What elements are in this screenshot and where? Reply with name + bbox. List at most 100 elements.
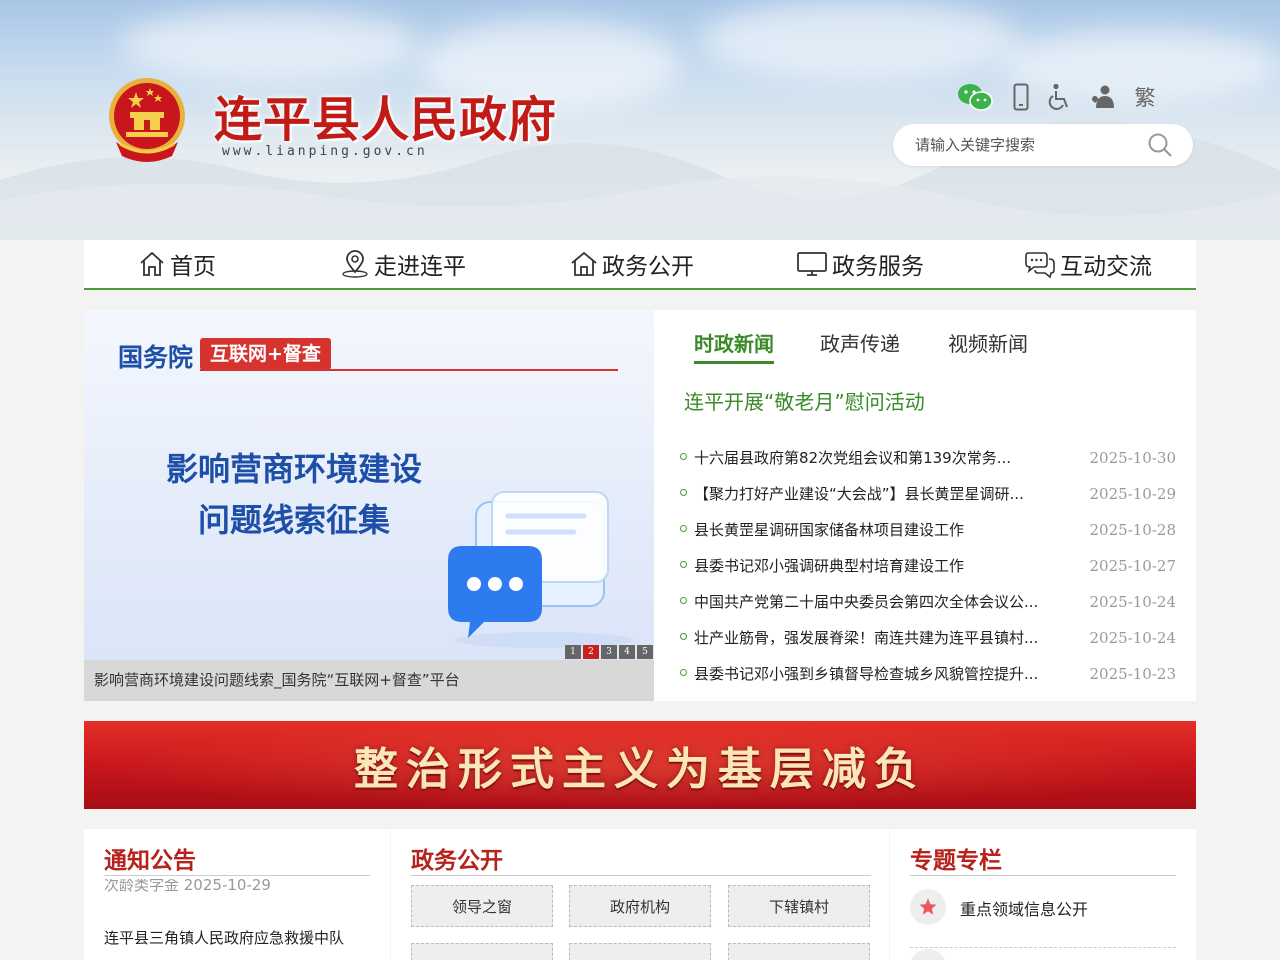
slide-brand-tag: 互联网+督查 bbox=[200, 338, 331, 370]
news-headline-link[interactable]: 连平开展“敬老月”慰问活动 bbox=[684, 386, 925, 415]
gov-agencies-button[interactable]: 政府机构 bbox=[569, 885, 711, 927]
slide-brand-name: 国务院 bbox=[118, 343, 194, 372]
nav-item-label: 互动交流 bbox=[1060, 254, 1152, 280]
news-item-date: 2025-10-29 bbox=[1089, 485, 1176, 503]
news-item-date: 2025-10-24 bbox=[1089, 629, 1176, 647]
news-item[interactable]: 中国共产党第二十届中央委员会第四次全体会议公... 2025-10-24 bbox=[678, 584, 1178, 620]
search-box bbox=[893, 124, 1193, 166]
location-pin-icon bbox=[342, 250, 368, 278]
topic-item-label: 重点领域信息公开 bbox=[960, 900, 1089, 919]
news-item-title: 县委书记邓小强到乡镇督导检查城乡风貌管控提升... bbox=[694, 665, 1039, 683]
slide-headline-line: 影响营商环境建设 bbox=[165, 450, 422, 488]
notice-item[interactable]: 连平县三角镇人民政府应急救援中队 bbox=[104, 927, 344, 948]
tab-video-news[interactable]: 视频新闻 bbox=[948, 328, 1028, 360]
topic-icon-circle bbox=[910, 889, 946, 925]
star-icon bbox=[919, 898, 937, 915]
main-nav: 首页 走进连平 政务公开 政务服务 互动交流 bbox=[84, 240, 1196, 290]
gov-open-button-row2[interactable] bbox=[728, 943, 870, 960]
chat-bubble-illustration bbox=[448, 491, 634, 648]
nav-item-label: 首页 bbox=[170, 254, 216, 280]
news-item-title: 县委书记邓小强调研典型村培育建设工作 bbox=[694, 557, 965, 575]
nav-item-about-lianping[interactable]: 走进连平 bbox=[340, 240, 466, 288]
slide-brand-line bbox=[200, 369, 618, 371]
tab-government-voice[interactable]: 政声传递 bbox=[820, 328, 900, 360]
cloud-decoration bbox=[120, 10, 420, 80]
cloud-decoration bbox=[700, 0, 1020, 80]
header-toolbar: 繁 bbox=[956, 82, 1166, 114]
search-input[interactable] bbox=[915, 134, 1145, 156]
nav-item-home[interactable]: 首页 bbox=[138, 240, 216, 288]
house-icon bbox=[571, 251, 597, 276]
mobile-icon bbox=[1013, 83, 1029, 111]
bullet-circle-icon bbox=[680, 633, 687, 640]
leaders-window-button[interactable]: 领导之窗 bbox=[411, 885, 553, 927]
news-item-date: 2025-10-23 bbox=[1089, 665, 1176, 683]
news-list: 十六届县政府第82次党组会议和第139次常务... 2025-10-30 【聚力… bbox=[678, 440, 1178, 692]
site-url: www.lianping.gov.cn bbox=[222, 144, 428, 159]
slider-dot-2[interactable]: 2 bbox=[583, 645, 599, 659]
nav-item-label: 政务服务 bbox=[832, 254, 924, 280]
news-item[interactable]: 【聚力打好产业建设“大会战”】县长黄罡星调研... 2025-10-29 bbox=[678, 476, 1178, 512]
image-slider[interactable]: 国务院 互联网+督查 影响营商环境建设 问题线索征集 1 2 3 4 5 影响营… bbox=[84, 310, 654, 701]
nav-item-gov-affairs-open[interactable]: 政务公开 bbox=[570, 240, 694, 288]
slider-dot-5[interactable]: 5 bbox=[637, 645, 653, 659]
topics-column: 专题专栏 重点领域信息公开 bbox=[890, 829, 1196, 960]
site-header: 连平县人民政府 www.lianping.gov.cn 繁 请输入关键字搜索 bbox=[0, 0, 1280, 240]
tab-current-affairs-news[interactable]: 时政新闻 bbox=[694, 328, 774, 364]
bullet-circle-icon bbox=[680, 597, 687, 604]
promo-banner[interactable]: 整治形式主义为基层减负 bbox=[84, 721, 1196, 809]
wheelchair-icon bbox=[1048, 83, 1068, 110]
gov-open-divider bbox=[411, 875, 871, 876]
wechat-icon bbox=[958, 84, 993, 111]
topic-item-key-areas[interactable]: 重点领域信息公开 bbox=[910, 889, 1176, 948]
slide-image[interactable]: 国务院 互联网+督查 影响营商环境建设 问题线索征集 bbox=[84, 310, 654, 660]
monitor-icon bbox=[797, 252, 827, 276]
nav-item-label: 政务公开 bbox=[602, 254, 694, 280]
news-item[interactable]: 十六届县政府第82次党组会议和第139次常务... 2025-10-30 bbox=[678, 440, 1178, 476]
news-item[interactable]: 县委书记邓小强到乡镇督导检查城乡风貌管控提升... 2025-10-23 bbox=[678, 656, 1178, 692]
news-item-date: 2025-10-27 bbox=[1089, 557, 1176, 575]
news-item-title: 壮产业筋骨，强发展脊梁！南连共建为连平县镇村... bbox=[694, 629, 1039, 647]
news-item-date: 2025-10-28 bbox=[1089, 521, 1176, 539]
news-item-date: 2025-10-30 bbox=[1089, 449, 1176, 467]
news-item-title: 县长黄罡星调研国家储备林项目建设工作 bbox=[694, 521, 965, 539]
wechat-button[interactable] bbox=[956, 82, 994, 112]
gov-open-button-row2[interactable] bbox=[411, 943, 553, 960]
elderly-mode-button[interactable] bbox=[1088, 82, 1118, 112]
site-title: 连平县人民政府 bbox=[214, 92, 558, 148]
slide-headline: 影响营商环境建设 问题线索征集 bbox=[144, 444, 444, 546]
slide-caption[interactable]: 影响营商环境建设问题线索_国务院“互联网+督查”平台 bbox=[84, 660, 654, 701]
slide-headline-line: 问题线索征集 bbox=[197, 501, 390, 539]
topic-item[interactable] bbox=[910, 949, 1176, 960]
national-emblem-icon bbox=[109, 78, 185, 162]
news-item[interactable]: 壮产业筋骨，强发展脊梁！南连共建为连平县镇村... 2025-10-24 bbox=[678, 620, 1178, 656]
slider-pagination: 1 2 3 4 5 bbox=[565, 645, 653, 660]
care-icon bbox=[1092, 85, 1114, 108]
mobile-button[interactable] bbox=[1008, 82, 1034, 112]
topics-title: 专题专栏 bbox=[910, 848, 1002, 874]
traditional-chinese-toggle[interactable]: 繁 bbox=[1132, 82, 1158, 112]
gov-open-column: 政务公开 领导之窗 政府机构 下辖镇村 bbox=[391, 829, 889, 960]
news-item[interactable]: 县委书记邓小强调研典型村培育建设工作 2025-10-27 bbox=[678, 548, 1178, 584]
news-item-title: 中国共产党第二十届中央委员会第四次全体会议公... bbox=[694, 593, 1039, 611]
nav-item-label: 走进连平 bbox=[374, 254, 466, 280]
notice-column: 通知公告 次龄类字金 2025-10-29 连平县三角镇人民政府应急救援中队 bbox=[84, 829, 390, 960]
slider-dot-1[interactable]: 1 bbox=[565, 645, 581, 659]
notice-item-partial[interactable]: 次龄类字金 2025-10-29 bbox=[104, 879, 271, 893]
slider-dot-4[interactable]: 4 bbox=[619, 645, 635, 659]
news-item-title: 【聚力打好产业建设“大会战”】县长黄罡星调研... bbox=[694, 485, 1024, 503]
bullet-circle-icon bbox=[680, 561, 687, 568]
topics-divider bbox=[910, 875, 1176, 876]
topic-divider bbox=[910, 947, 1176, 948]
nav-item-interaction[interactable]: 互动交流 bbox=[1024, 240, 1152, 288]
slider-dot-3[interactable]: 3 bbox=[601, 645, 617, 659]
nav-item-gov-services[interactable]: 政务服务 bbox=[796, 240, 924, 288]
search-icon[interactable] bbox=[1147, 132, 1173, 158]
accessibility-button[interactable] bbox=[1044, 82, 1074, 112]
home-icon bbox=[140, 251, 164, 276]
notice-divider bbox=[104, 875, 370, 876]
topic-icon-circle bbox=[910, 949, 946, 960]
towns-villages-button[interactable]: 下辖镇村 bbox=[728, 885, 870, 927]
news-item[interactable]: 县长黄罡星调研国家储备林项目建设工作 2025-10-28 bbox=[678, 512, 1178, 548]
gov-open-button-row2[interactable] bbox=[569, 943, 711, 960]
